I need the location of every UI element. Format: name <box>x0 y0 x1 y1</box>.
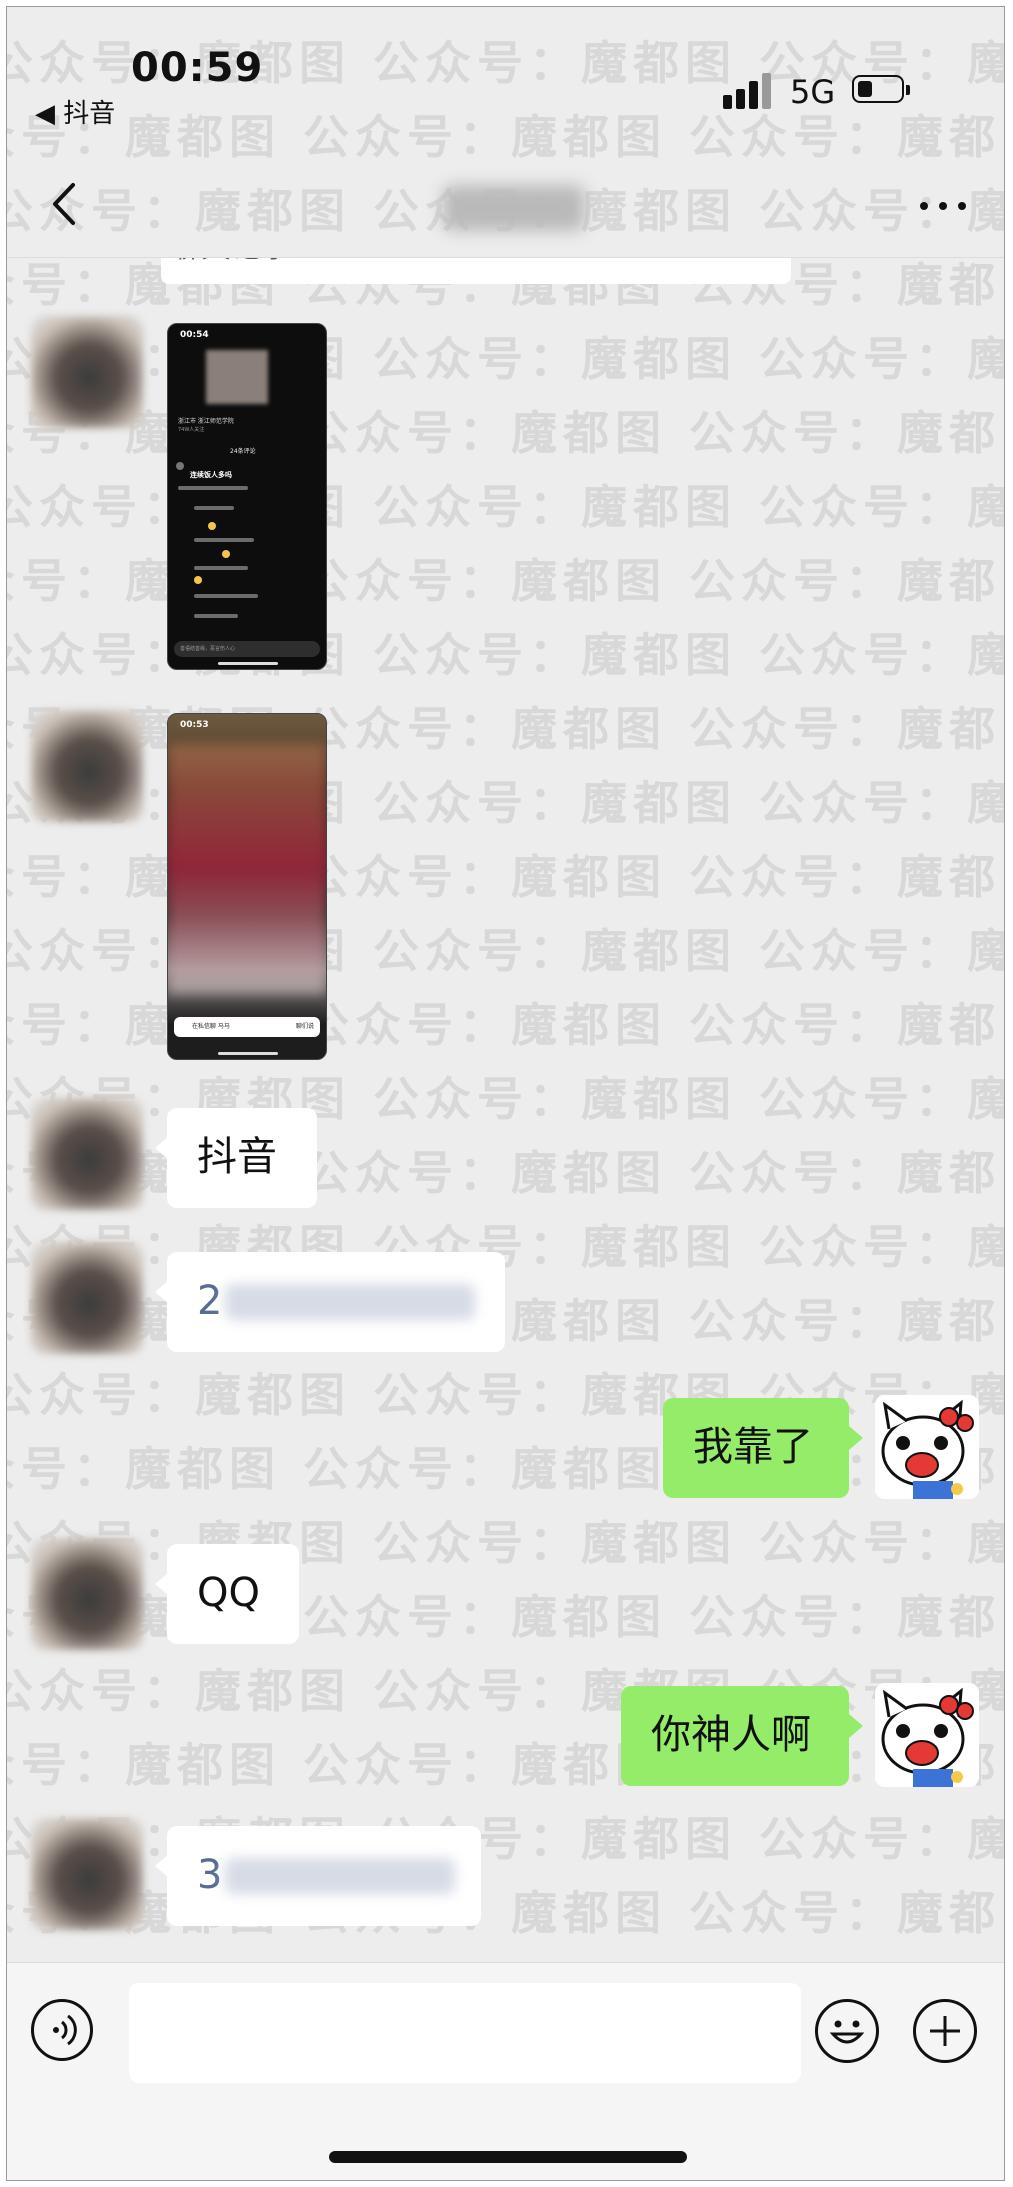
screenshot-cover <box>206 350 268 404</box>
message-text: 2 <box>197 1278 223 1324</box>
emoji-icon[interactable] <box>815 1999 879 2063</box>
my-avatar[interactable] <box>875 1395 979 1499</box>
phone-frame: 公众号：魔都图 公众号：魔都图 公众号：魔都图公众号：魔都图 公众号：魔都图 公… <box>6 6 1005 2181</box>
comment-line <box>194 538 254 542</box>
status-time: 00:59 <box>131 45 264 91</box>
input-bar <box>7 1962 1004 2180</box>
comment-avatar <box>176 462 184 470</box>
screenshot-bottom-action: 聊们说 <box>295 1023 314 1030</box>
avatar[interactable] <box>31 1818 143 1930</box>
message-input[interactable] <box>129 1983 801 2083</box>
message-text: 3 <box>197 1852 223 1898</box>
home-indicator <box>329 2151 687 2163</box>
screenshot-bottom-text: 在私信聊 马马 <box>192 1023 230 1030</box>
home-pill <box>218 662 278 665</box>
message-text: 我靠了 <box>693 1424 813 1470</box>
battery-icon <box>852 75 910 103</box>
screenshot-header: 浙江市 浙江师范学院 <box>178 418 234 425</box>
screenshot-comment-count: 24条评论 <box>230 448 256 455</box>
screenshot-time: 00:54 <box>180 330 209 340</box>
back-to-app-link[interactable]: ◀ 抖音 <box>35 93 115 130</box>
blurred-content <box>225 1284 475 1320</box>
message-list[interactable]: 聊天记录 00:54 浙江市 浙江师范学院 74W人关注 24条评论 连续饭人多… <box>7 258 1004 1962</box>
comment-line <box>194 506 234 510</box>
message-text: 你神人啊 <box>651 1712 811 1758</box>
emoji-dot <box>194 576 202 584</box>
signal-icon <box>723 69 779 109</box>
blurred-content <box>225 1858 455 1894</box>
comment-line <box>194 566 248 570</box>
avatar[interactable] <box>31 710 143 822</box>
message-bubble-mine[interactable]: 你神人啊 <box>621 1686 863 1786</box>
message-text: QQ <box>197 1570 260 1616</box>
message-image-screenshot[interactable]: 00:54 浙江市 浙江师范学院 74W人关注 24条评论 连续饭人多吗 善语结… <box>167 323 327 670</box>
avatar[interactable] <box>31 1242 143 1354</box>
message-bubble[interactable]: 2 <box>155 1252 505 1352</box>
plus-icon[interactable] <box>913 1999 977 2063</box>
hello-kitty-avatar-icon <box>875 1395 979 1499</box>
chat-header: 聊天 <box>7 157 1004 258</box>
screenshot-bottom-bar: 在私信聊 马马 聊们说 <box>174 1017 320 1037</box>
voice-icon[interactable] <box>31 1999 93 2061</box>
network-label: 5G <box>790 73 836 111</box>
hello-kitty-avatar-icon <box>875 1683 979 1787</box>
screenshot-time: 00:53 <box>180 720 209 730</box>
avatar[interactable] <box>31 1538 143 1650</box>
emoji-dot <box>208 522 216 530</box>
screenshot-comment-title: 连续饭人多吗 <box>190 471 232 479</box>
comment-line <box>194 614 238 618</box>
previous-message[interactable]: 聊天记录 <box>161 258 791 284</box>
avatar[interactable] <box>31 316 143 428</box>
my-avatar[interactable] <box>875 1683 979 1787</box>
screenshot-input: 善语结善缘，恶言伤人心 <box>174 641 320 657</box>
blurred-content <box>168 744 326 994</box>
home-pill <box>218 1052 278 1055</box>
chevron-left-icon[interactable] <box>47 179 87 229</box>
emoji-dot <box>222 550 230 558</box>
message-text: 抖音 <box>197 1134 277 1180</box>
message-bubble[interactable]: 3 <box>155 1826 481 1926</box>
message-bubble[interactable]: 抖音 <box>155 1108 317 1208</box>
more-icon[interactable] <box>920 199 968 213</box>
message-image-screenshot[interactable]: 00:53 在私信聊 马马 聊们说 <box>167 713 327 1060</box>
message-bubble-mine[interactable]: 我靠了 <box>663 1398 863 1498</box>
chat-title: 聊天 <box>443 185 585 231</box>
avatar[interactable] <box>31 1098 143 1210</box>
comment-line <box>178 486 248 490</box>
message-bubble[interactable]: QQ <box>155 1544 299 1644</box>
comment-line <box>194 594 258 598</box>
screenshot-subheader: 74W人关注 <box>178 427 205 433</box>
status-bar: 00:59 ◀ 抖音 5G <box>7 7 1004 137</box>
